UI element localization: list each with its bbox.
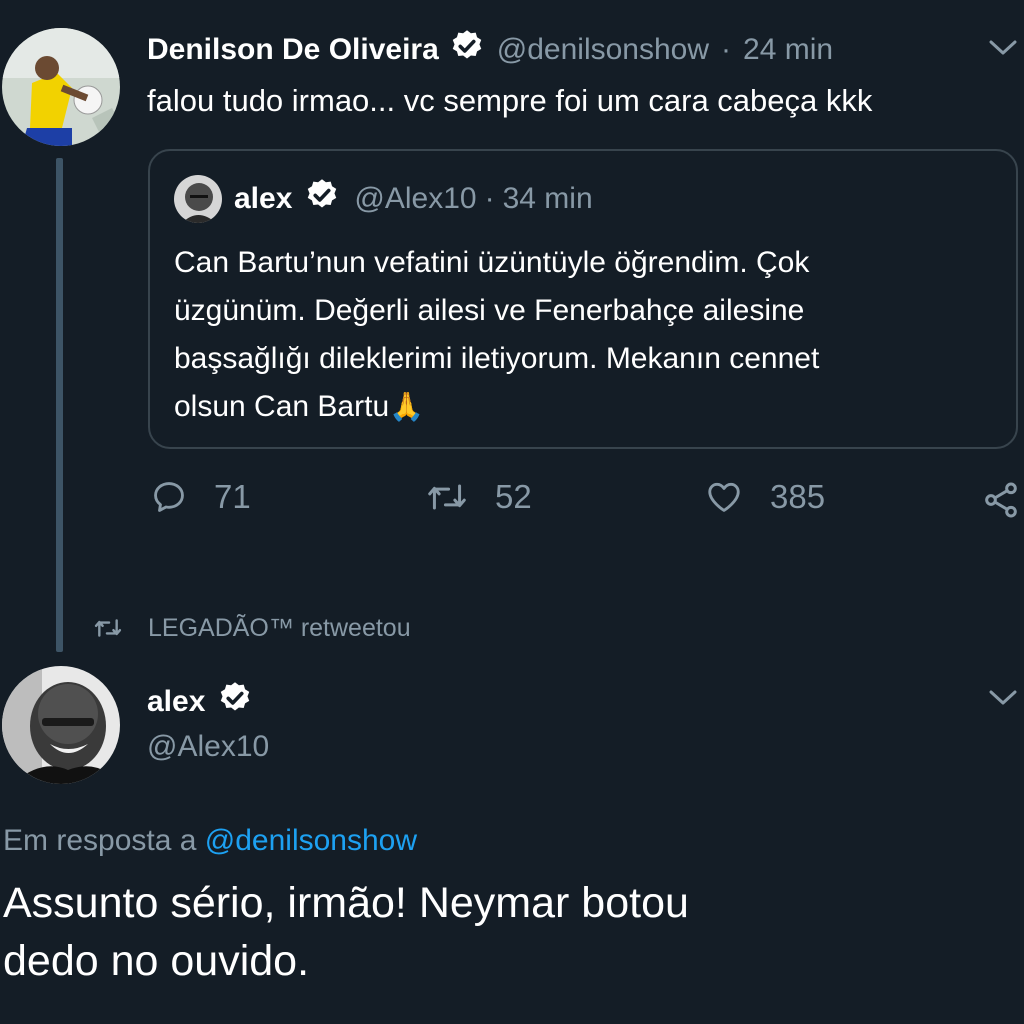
- retweet-icon: [94, 619, 122, 637]
- tweet2-header: alex: [147, 680, 253, 724]
- retweet-icon: [428, 484, 466, 510]
- quoted-text-line: Can Bartu’nun vefatini üzüntüyle öğrendi…: [174, 246, 810, 279]
- heart-icon: [708, 482, 740, 512]
- quoted-handle: @Alex10: [354, 182, 477, 215]
- quoted-avatar-alex: [174, 175, 222, 223]
- quoted-header: alex @Alex10 · 34 min: [234, 177, 593, 221]
- quoted-tweet[interactable]: alex @Alex10 · 34 min Can Bartu’nun vefa…: [148, 149, 1018, 449]
- avatar-alex[interactable]: [2, 666, 120, 784]
- tweet2-chevron-down-icon[interactable]: [988, 688, 1018, 713]
- avatar-denilson[interactable]: [2, 28, 120, 146]
- verified-badge-icon: [304, 177, 340, 221]
- quoted-author-name: alex: [234, 182, 293, 215]
- tweet1-author-name[interactable]: Denilson De Oliveira: [147, 33, 439, 67]
- tweet2-text-line: Assunto sério, irmão! Neymar botou: [3, 879, 689, 927]
- quoted-text: Can Bartu’nun vefatini üzüntüyle öğrendi…: [174, 239, 819, 431]
- retweet-context-text[interactable]: LEGADÃO™ retweetou: [148, 614, 411, 643]
- retweet-action[interactable]: 52: [425, 478, 532, 516]
- quoted-text-line: üzgünüm. Değerli ailesi ve Fenerbahçe ai…: [174, 294, 805, 327]
- retweet-count: 52: [495, 478, 532, 515]
- like-action[interactable]: 385: [704, 478, 825, 516]
- tweet1-chevron-down-icon[interactable]: [988, 38, 1018, 63]
- thread-line: [56, 158, 63, 652]
- tweet2-author-name[interactable]: alex: [147, 685, 205, 719]
- verified-badge-icon: [449, 28, 485, 72]
- quoted-text-line: olsun Can Bartu: [174, 390, 390, 423]
- reply-prefix: Em resposta a: [3, 824, 197, 857]
- quoted-time: 34 min: [502, 182, 593, 215]
- tweet1-text: falou tudo irmao... vc sempre foi um car…: [147, 83, 873, 118]
- quoted-separator: ·: [484, 182, 495, 215]
- tweet1-handle[interactable]: @denilsonshow: [497, 33, 709, 67]
- quoted-text-line: başsağlığı dileklerimi iletiyorum. Mekan…: [174, 342, 820, 375]
- reply-icon: [154, 482, 184, 512]
- tweet2-text: Assunto sério, irmão! Neymar botou dedo …: [3, 874, 689, 990]
- like-count: 385: [770, 478, 826, 515]
- tweet2-text-line: dedo no ouvido.: [3, 937, 310, 985]
- folded-hands-emoji: 🙏: [389, 391, 425, 422]
- tweet1-time[interactable]: 24 min: [743, 33, 833, 67]
- tweet1-separator: ·: [721, 33, 732, 66]
- reply-to-handle-link[interactable]: @denilsonshow: [205, 824, 417, 857]
- verified-badge-icon: [217, 680, 253, 724]
- reply-context: Em resposta a @denilsonshow: [3, 824, 417, 858]
- tweet2-handle[interactable]: @Alex10: [147, 730, 269, 764]
- share-icon[interactable]: [981, 480, 1021, 525]
- reply-count: 71: [214, 478, 251, 515]
- retweet-context: LEGADÃO™ retweetou: [92, 612, 411, 644]
- tweet1-header: Denilson De Oliveira @denilsonshow · 24 …: [147, 28, 833, 72]
- reply-action[interactable]: 71: [150, 478, 251, 516]
- quoted-text-line-last: olsun Can Bartu🙏: [174, 383, 819, 431]
